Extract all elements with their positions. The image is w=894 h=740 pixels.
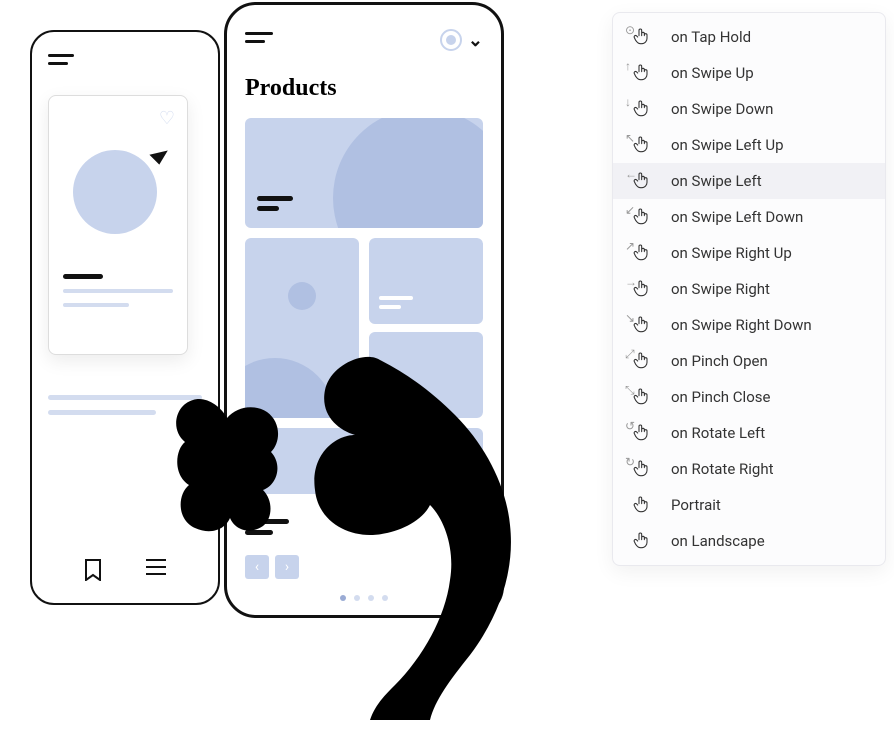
swipe-right-up-icon: ↗ bbox=[633, 243, 655, 263]
portrait-icon bbox=[633, 495, 655, 515]
gesture-label: on Rotate Left bbox=[671, 424, 765, 442]
hamburger-icon[interactable] bbox=[245, 32, 273, 48]
content-card: ♡ bbox=[48, 95, 188, 355]
phone-mockup-back: ♡ bbox=[30, 30, 220, 605]
gesture-label: on Swipe Up bbox=[671, 64, 754, 82]
swipe-right-icon: → bbox=[633, 279, 655, 299]
gesture-item-pinch-open[interactable]: ⤢ on Pinch Open bbox=[613, 343, 885, 379]
gesture-item-swipe-left-up[interactable]: ↖ on Swipe Left Up bbox=[613, 127, 885, 163]
rotate-left-icon: ↺ bbox=[633, 423, 655, 443]
chevron-down-icon[interactable]: ⌄ bbox=[468, 30, 483, 51]
pagination-dots bbox=[340, 595, 388, 601]
gesture-label: on Swipe Right Down bbox=[671, 316, 812, 334]
text-placeholder bbox=[63, 303, 129, 307]
media-tile[interactable] bbox=[245, 428, 483, 494]
grid-tile[interactable] bbox=[245, 238, 359, 418]
bookmark-icon[interactable] bbox=[84, 559, 102, 585]
swipe-left-icon: ← bbox=[633, 171, 655, 191]
grid-tile[interactable] bbox=[369, 332, 483, 418]
phone-mockup-front: ⌄ Products ‹ › bbox=[224, 2, 504, 618]
gesture-item-landscape[interactable]: on Landscape bbox=[613, 523, 885, 559]
swipe-up-icon: ↑ bbox=[633, 63, 655, 83]
hero-tile[interactable] bbox=[245, 118, 483, 228]
gesture-label: on Swipe Down bbox=[671, 100, 773, 118]
gesture-item-tap-hold[interactable]: ⊙ on Tap Hold bbox=[613, 19, 885, 55]
gesture-label: on Swipe Right bbox=[671, 280, 770, 298]
swipe-right-down-icon: ↘ bbox=[633, 315, 655, 335]
hamburger-icon[interactable] bbox=[48, 54, 74, 65]
gesture-item-pinch-close[interactable]: ⤡ on Pinch Close bbox=[613, 379, 885, 415]
grid-tile[interactable] bbox=[369, 238, 483, 324]
swipe-down-icon: ↓ bbox=[633, 99, 655, 119]
cursor-icon bbox=[149, 143, 170, 164]
gesture-item-rotate-right[interactable]: ↻ on Rotate Right bbox=[613, 451, 885, 487]
paragraph-placeholder bbox=[48, 395, 202, 415]
gesture-label: on Tap Hold bbox=[671, 28, 751, 46]
next-button[interactable]: › bbox=[275, 555, 299, 579]
swipe-left-up-icon: ↖ bbox=[633, 135, 655, 155]
gesture-item-swipe-right-up[interactable]: ↗ on Swipe Right Up bbox=[613, 235, 885, 271]
gesture-label: on Swipe Left bbox=[671, 172, 762, 190]
gesture-item-portrait[interactable]: Portrait bbox=[613, 487, 885, 523]
rotate-right-icon: ↻ bbox=[633, 459, 655, 479]
menu-icon[interactable] bbox=[146, 559, 166, 585]
gesture-label: on Landscape bbox=[671, 532, 765, 550]
gesture-item-swipe-right[interactable]: → on Swipe Right bbox=[613, 271, 885, 307]
image-placeholder-circle bbox=[73, 150, 157, 234]
gesture-label: on Swipe Left Down bbox=[671, 208, 803, 226]
heart-icon[interactable]: ♡ bbox=[159, 108, 175, 129]
gesture-list-panel: ⊙ on Tap Hold ↑ on Swipe Up ↓ on Swipe Down ↖ o… bbox=[612, 12, 886, 566]
gesture-label: on Rotate Right bbox=[671, 460, 774, 478]
page-title: Products bbox=[245, 75, 483, 102]
text-placeholder bbox=[63, 274, 103, 279]
gesture-item-swipe-down[interactable]: ↓ on Swipe Down bbox=[613, 91, 885, 127]
gesture-item-swipe-left[interactable]: ← on Swipe Left bbox=[613, 163, 885, 199]
prev-button[interactable]: ‹ bbox=[245, 555, 269, 579]
pinch-open-icon: ⤢ bbox=[633, 351, 655, 371]
text-placeholder bbox=[63, 289, 173, 293]
text-placeholder bbox=[245, 519, 289, 541]
pinch-close-icon: ⤡ bbox=[633, 387, 655, 407]
swipe-left-down-icon: ↙ bbox=[633, 207, 655, 227]
tap-hold-icon: ⊙ bbox=[633, 27, 655, 47]
gesture-label: on Swipe Right Up bbox=[671, 244, 792, 262]
gesture-label: on Pinch Close bbox=[671, 388, 770, 406]
gesture-item-swipe-right-down[interactable]: ↘ on Swipe Right Down bbox=[613, 307, 885, 343]
gesture-item-swipe-left-down[interactable]: ↙ on Swipe Left Down bbox=[613, 199, 885, 235]
avatar-icon[interactable] bbox=[440, 29, 462, 51]
gesture-label: on Swipe Left Up bbox=[671, 136, 784, 154]
gesture-label: Portrait bbox=[671, 496, 721, 514]
gesture-item-swipe-up[interactable]: ↑ on Swipe Up bbox=[613, 55, 885, 91]
gesture-label: on Pinch Open bbox=[671, 352, 768, 370]
landscape-icon bbox=[633, 531, 655, 551]
gesture-item-rotate-left[interactable]: ↺ on Rotate Left bbox=[613, 415, 885, 451]
